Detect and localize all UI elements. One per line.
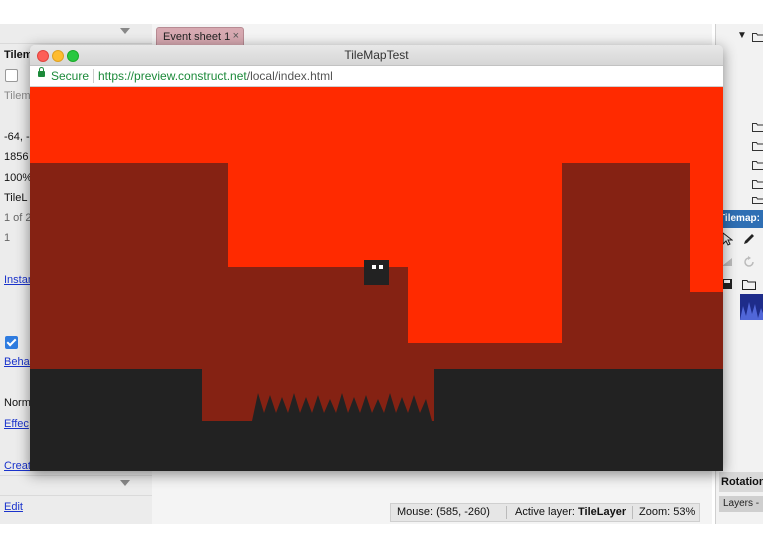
- folder-icon[interactable]: [752, 122, 763, 132]
- close-icon[interactable]: ×: [233, 30, 239, 42]
- player-left-eye: [372, 265, 376, 269]
- game-canvas[interactable]: [30, 87, 723, 471]
- chevron-down-icon[interactable]: [120, 28, 130, 34]
- status-separator: [506, 506, 507, 519]
- folder-icon[interactable]: [752, 160, 763, 170]
- chevron-down-icon[interactable]: [120, 480, 130, 486]
- lock-icon: [38, 67, 45, 77]
- folder-icon[interactable]: [752, 141, 763, 151]
- pencil-icon[interactable]: [742, 232, 756, 246]
- tilemap-bar-header: Tilemap:: [719, 210, 763, 228]
- chevron-down-icon[interactable]: ▼: [737, 30, 747, 41]
- address-bar[interactable]: Secure https://preview.construct.net/loc…: [30, 66, 723, 87]
- property-position[interactable]: -64, -: [4, 131, 30, 143]
- edit-link[interactable]: Edit: [4, 501, 23, 513]
- secure-label: Secure: [51, 69, 90, 83]
- property-size[interactable]: 1856: [4, 151, 28, 163]
- rotation-label: Rotation: [721, 476, 763, 488]
- property-count: 1 of 2: [4, 212, 32, 224]
- spike-pit: [202, 421, 434, 471]
- active-layer-value: TileLayer: [578, 506, 627, 518]
- property-opacity[interactable]: 100%: [4, 172, 32, 184]
- folder-icon[interactable]: [752, 179, 763, 189]
- folder-icon[interactable]: [752, 32, 763, 42]
- properties-header-row: [0, 24, 152, 44]
- blend-mode-value[interactable]: Norm: [4, 397, 31, 409]
- window-titlebar[interactable]: TileMapTest: [30, 45, 723, 66]
- layers-label: Layers -: [723, 498, 760, 509]
- rotate-icon[interactable]: [742, 255, 756, 269]
- status-separator: [632, 506, 633, 519]
- player-right-eye: [379, 265, 383, 269]
- url-host: https://preview.construct.net: [98, 69, 247, 83]
- folder-icon[interactable]: [752, 196, 763, 204]
- zoom-level: Zoom: 53%: [639, 506, 696, 518]
- properties-footer-row: [0, 475, 152, 496]
- tab-event-sheet-1[interactable]: Event sheet 1 ×: [156, 27, 244, 47]
- top-strip: [0, 0, 763, 24]
- property-checkbox[interactable]: [5, 69, 18, 82]
- tab-label: Event sheet 1: [163, 31, 231, 43]
- effects-link[interactable]: Effec: [4, 418, 29, 430]
- tileset-preview[interactable]: [740, 294, 763, 320]
- rotation-header: Rotation: [719, 472, 763, 492]
- url-path: /local/index.html: [246, 69, 333, 83]
- active-layer-label: Active layer:: [515, 506, 575, 518]
- property-value: Tilem: [4, 90, 31, 102]
- property-index[interactable]: 1: [4, 232, 10, 244]
- ground-left: [30, 369, 202, 471]
- window-title: TileMapTest: [344, 48, 409, 62]
- property-name: Tilem: [4, 49, 33, 61]
- create-link[interactable]: Creat: [4, 460, 31, 472]
- folder-icon[interactable]: [742, 279, 756, 290]
- mouse-coordinates: Mouse: (585, -260): [397, 506, 490, 518]
- url-text[interactable]: https://preview.construct.net/local/inde…: [98, 69, 333, 83]
- ground-right: [434, 369, 723, 471]
- preview-browser-window: TileMapTest Secure https://preview.const…: [30, 45, 723, 471]
- behavior-checkbox[interactable]: [5, 336, 18, 349]
- property-layer[interactable]: TileL: [4, 192, 27, 204]
- player-character: [364, 260, 389, 285]
- address-separator: [93, 69, 94, 83]
- layers-tab[interactable]: Layers -: [719, 496, 763, 512]
- status-bar: Mouse: (585, -260) Active layer: TileLay…: [390, 503, 700, 522]
